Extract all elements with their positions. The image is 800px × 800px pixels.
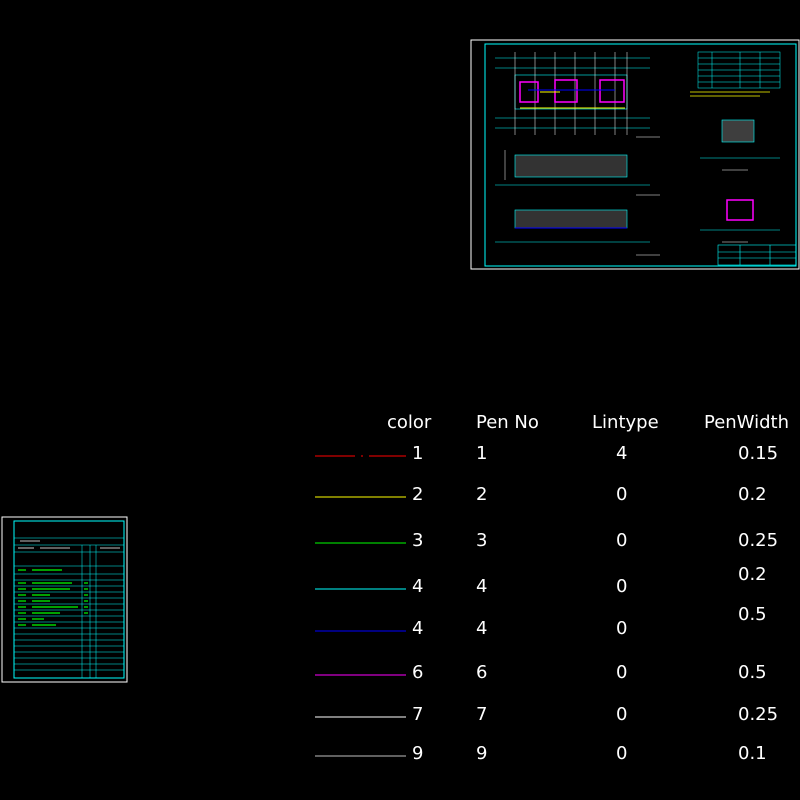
header-color: color <box>387 412 432 433</box>
legend-pen-width: 0.15 <box>738 443 779 464</box>
header-pen-no: Pen No <box>476 412 539 433</box>
legend-pen-width: 0.25 <box>738 704 779 725</box>
drawing-index-thumbnail <box>1 516 128 683</box>
legend-pen-width: 0.2 <box>738 484 767 505</box>
legend-color-number: 2 <box>412 484 424 505</box>
legend-lintype: 0 <box>616 618 628 639</box>
legend-line-samples <box>315 455 406 757</box>
header-lintype: Lintype <box>592 412 659 433</box>
legend-color-number: 9 <box>412 743 424 764</box>
legend-color-number: 4 <box>412 576 424 597</box>
legend-color-number: 6 <box>412 662 424 683</box>
legend-pen-no: 2 <box>476 484 488 505</box>
legend-pen-width: 0.25 <box>738 530 779 551</box>
legend-lintype: 4 <box>616 443 628 464</box>
legend-pen-no: 3 <box>476 530 488 551</box>
legend-pen-no: 7 <box>476 704 488 725</box>
legend-pen-no: 1 <box>476 443 488 464</box>
legend-pen-width: 0.2 <box>738 564 767 585</box>
legend-color-number: 4 <box>412 618 424 639</box>
legend-pen-no: 4 <box>476 576 488 597</box>
legend-pen-no: 9 <box>476 743 488 764</box>
legend-lintype: 0 <box>616 662 628 683</box>
legend-lintype: 0 <box>616 484 628 505</box>
drawing-sheet-thumbnail <box>470 39 800 270</box>
legend-pen-width: 0.5 <box>738 662 767 683</box>
legend-lintype: 0 <box>616 704 628 725</box>
legend-color-number: 3 <box>412 530 424 551</box>
legend-lintype: 0 <box>616 743 628 764</box>
header-pen-width: PenWidth <box>704 412 789 433</box>
legend-pen-no: 6 <box>476 662 488 683</box>
cad-canvas <box>1 39 800 757</box>
legend-color-number: 1 <box>412 443 424 464</box>
legend-pen-width: 0.5 <box>738 604 767 625</box>
legend-lintype: 0 <box>616 576 628 597</box>
legend-lintype: 0 <box>616 530 628 551</box>
legend-pen-no: 4 <box>476 618 488 639</box>
legend-color-number: 7 <box>412 704 424 725</box>
legend-pen-width: 0.1 <box>738 743 767 764</box>
